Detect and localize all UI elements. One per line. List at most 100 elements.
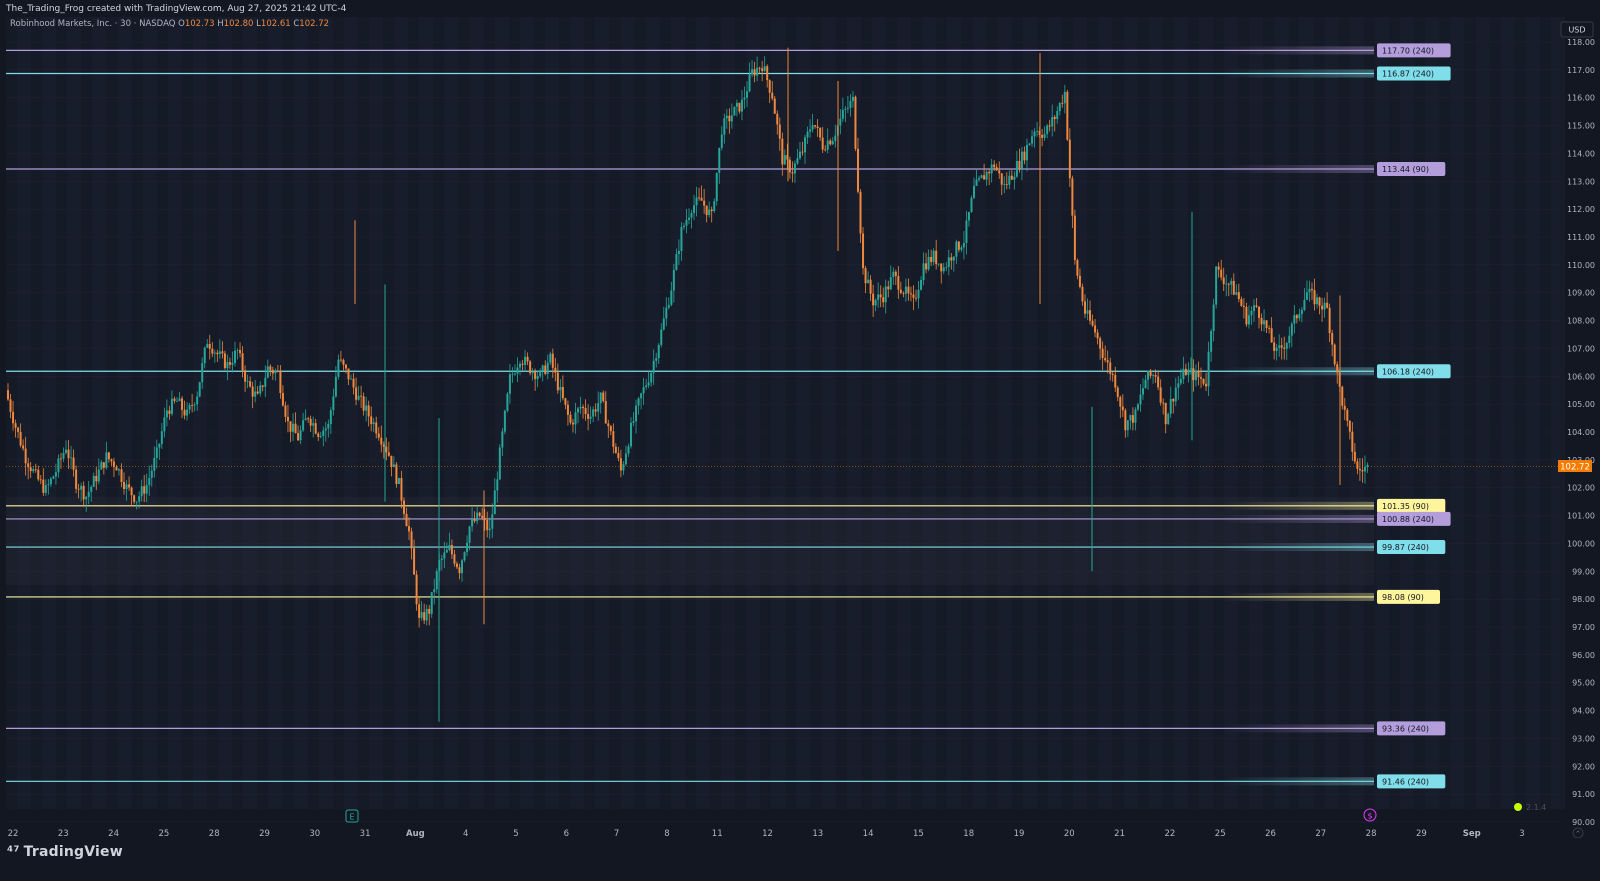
candle-body: [546, 362, 549, 374]
candle-body: [1005, 184, 1008, 186]
session-stripe: [695, 17, 710, 809]
session-stripe: [1249, 17, 1264, 809]
candle-body: [458, 567, 461, 574]
candle-body: [781, 138, 784, 165]
usd-button[interactable]: USD: [1560, 21, 1594, 38]
candle-body: [1212, 304, 1215, 332]
candle-body: [978, 178, 981, 180]
candle-body: [983, 175, 986, 180]
candle-body: [718, 147, 721, 173]
y-tick-label: 97.00: [1572, 623, 1595, 632]
candle-body: [1321, 305, 1324, 310]
candle-body: [587, 414, 590, 419]
candle-body: [82, 485, 85, 500]
candle-body: [302, 420, 305, 431]
candle-body: [897, 276, 900, 290]
candle-body: [44, 485, 47, 493]
candle-body: [1091, 320, 1094, 326]
candle-body: [150, 470, 153, 478]
candle-body: [1263, 320, 1266, 325]
session-stripe: [268, 17, 283, 809]
candle-body: [1162, 402, 1165, 404]
candle-body: [624, 453, 627, 465]
candle-body: [181, 398, 184, 410]
candle-body: [266, 366, 269, 378]
session-stripe: [444, 17, 459, 809]
candle-body: [478, 512, 481, 516]
candle-body: [761, 68, 764, 72]
candle-body: [1333, 344, 1336, 365]
candle-body: [256, 391, 259, 394]
candle-body: [1066, 91, 1069, 140]
candle-body: [995, 167, 998, 171]
candle-body: [619, 458, 622, 471]
candle-body: [740, 99, 743, 112]
session-stripe: [922, 17, 937, 809]
candle-body: [19, 431, 22, 446]
candle-body: [544, 365, 547, 374]
session-stripe: [1500, 17, 1515, 809]
candle-body: [1303, 299, 1306, 310]
tradingview-mark-icon: ⁴⁷: [7, 844, 20, 860]
y-tick-label: 104.00: [1567, 428, 1595, 437]
candle-body: [748, 74, 751, 92]
candle-body: [1298, 314, 1301, 319]
candle-body: [160, 431, 163, 444]
price-chart[interactable]: 117.70 (240) 116.87 (240) 113.44 (90) 106.1…: [0, 17, 1600, 838]
candle-body: [271, 369, 274, 374]
tradingview-logo[interactable]: ⁴⁷ TradingView: [7, 844, 123, 860]
candle-body: [1023, 151, 1026, 161]
candle-body: [42, 479, 45, 493]
session-stripe: [419, 17, 434, 809]
y-tick-label: 98.00: [1572, 595, 1595, 604]
candle-body: [1363, 466, 1366, 472]
candle-body: [529, 361, 532, 374]
session-stripe: [997, 17, 1012, 809]
candle-body: [763, 66, 766, 72]
x-tick-label: 23: [58, 829, 69, 838]
candle-body: [677, 250, 680, 255]
candle-body: [1078, 275, 1081, 287]
high-value: 102.80: [223, 19, 254, 29]
candle-body: [937, 263, 940, 265]
candle-body: [385, 446, 388, 453]
candle-body: [165, 410, 168, 418]
candle-body: [973, 185, 976, 198]
candle-body: [1197, 371, 1200, 378]
session-stripe: [494, 17, 509, 809]
candle-body: [1305, 292, 1308, 300]
x-tick-label: 26: [1265, 829, 1276, 838]
session-stripe: [1400, 17, 1415, 809]
candle-body: [758, 67, 761, 69]
candle-body: [433, 589, 436, 593]
candle-body: [370, 416, 373, 425]
candle-body: [155, 447, 158, 458]
candle-body: [602, 392, 605, 402]
candle-body: [864, 268, 867, 284]
candle-body: [289, 421, 292, 432]
candle-body: [107, 452, 110, 460]
candle-body: [344, 364, 347, 369]
session-stripe: [1450, 17, 1465, 809]
session-stripe: [343, 17, 358, 809]
candle-body: [92, 475, 95, 487]
candle-body: [1255, 305, 1258, 307]
x-tick-label: 18: [963, 829, 974, 838]
candle-body: [1177, 383, 1180, 388]
candle-body: [851, 96, 854, 102]
candle-body: [1169, 398, 1172, 414]
candle-body: [360, 395, 363, 397]
y-tick-label: 95.00: [1572, 679, 1595, 688]
candle-body: [234, 350, 236, 363]
candle-body: [461, 560, 463, 574]
candle-body: [221, 351, 224, 354]
candle-body: [541, 365, 544, 372]
y-axis: 118.00 117.00 116.00 115.00 114.00 113.00 112.…: [1567, 38, 1595, 827]
x-tick-label: 25: [1215, 829, 1226, 838]
candle-body: [377, 433, 380, 438]
candle-body: [410, 531, 413, 549]
candle-body: [1152, 375, 1155, 376]
candle-body: [577, 408, 580, 413]
candle-body: [1157, 376, 1160, 388]
candle-body: [705, 205, 708, 216]
